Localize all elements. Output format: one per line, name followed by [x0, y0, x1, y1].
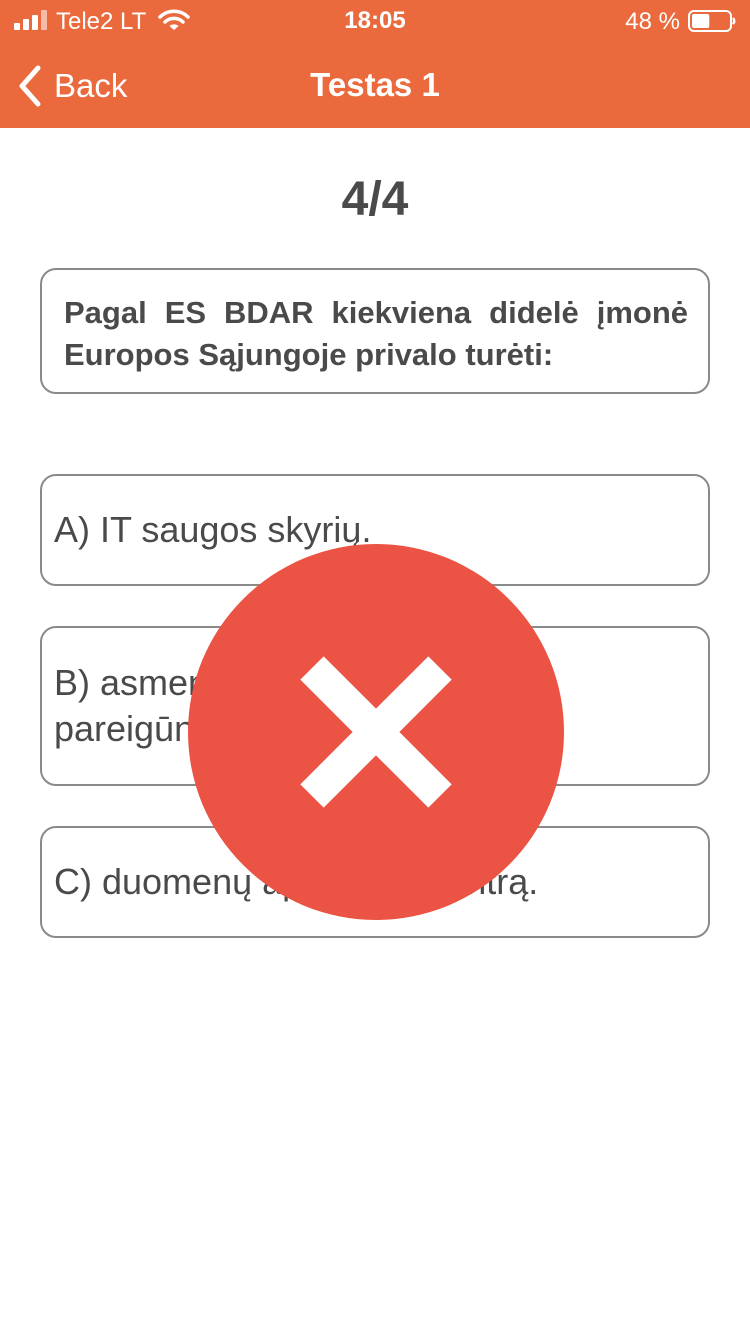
wrong-answer-indicator	[188, 544, 564, 920]
question-text: Pagal ES BDAR kiekviena didelė įmonė Eur…	[64, 295, 688, 372]
top-bar: Tele2 LT 18:05 48 % Back Testas 1	[0, 0, 750, 128]
navigation-bar: Back Testas 1	[0, 44, 750, 128]
battery-percent: 48 %	[625, 8, 680, 35]
question-counter: 4/4	[341, 173, 409, 226]
close-icon	[300, 656, 452, 808]
page-title: Testas 1	[310, 66, 440, 103]
battery-icon	[688, 10, 736, 32]
status-bar: Tele2 LT 18:05 48 %	[0, 0, 750, 40]
question-card: Pagal ES BDAR kiekviena didelė įmonė Eur…	[40, 268, 710, 394]
